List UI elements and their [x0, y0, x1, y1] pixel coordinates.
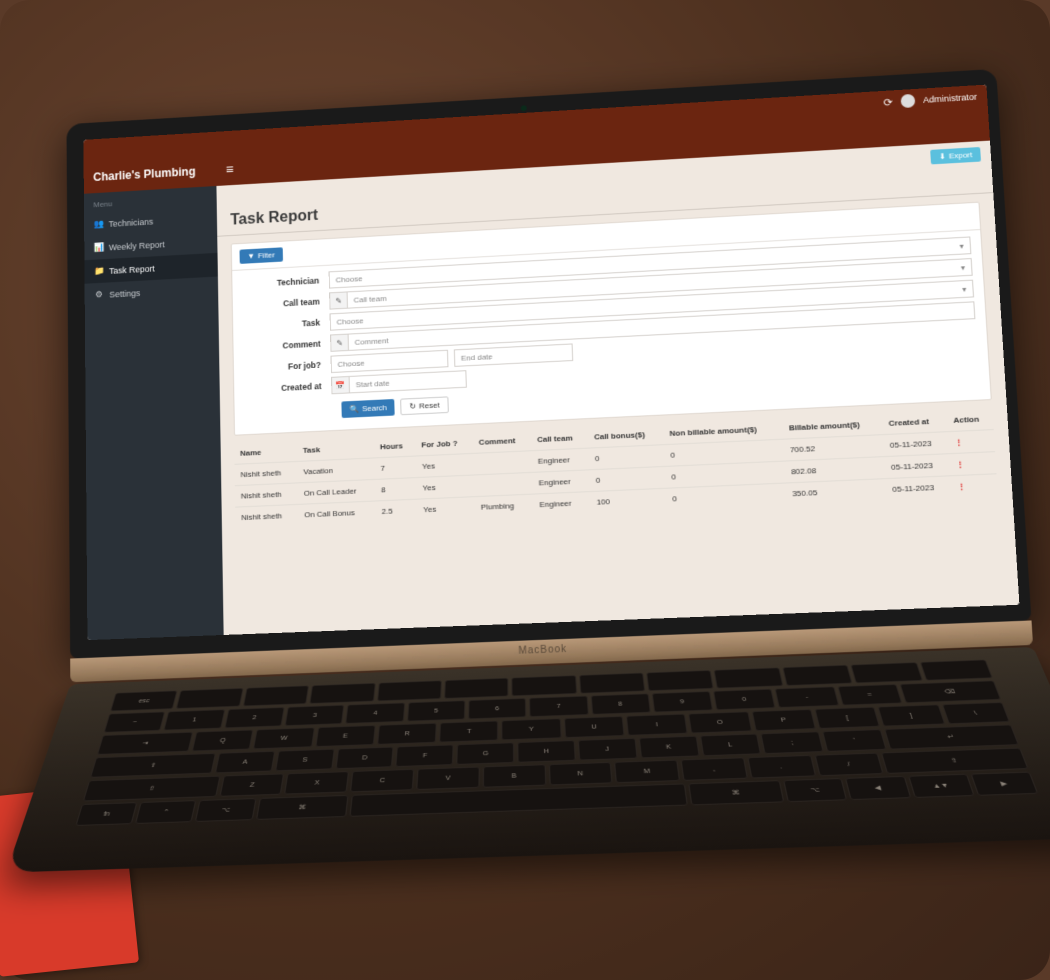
th-created-at[interactable]: Created at: [882, 410, 948, 434]
reset-label: Reset: [419, 401, 440, 411]
cell-task: On Call Bonus: [298, 501, 376, 525]
task-placeholder: Choose: [336, 316, 363, 326]
th-name[interactable]: Name: [234, 441, 297, 465]
comment-placeholder: Comment: [355, 336, 389, 346]
th-comment[interactable]: Comment: [473, 430, 532, 454]
cell-comment: [474, 472, 533, 496]
filter-button[interactable]: ▼ Filter: [240, 247, 283, 264]
th-hours[interactable]: Hours: [374, 435, 416, 458]
cell-hours: 8: [375, 478, 417, 501]
cell-name: Nishit sheth: [234, 461, 297, 485]
app-body: Charlie's Plumbing Menu 👥 Technicians 📊 …: [84, 108, 1020, 640]
cell-billable: 350.05: [785, 479, 886, 505]
app-screen: ⟳ Administrator Charlie's Plumbing Menu …: [83, 85, 1019, 641]
action-menu-icon[interactable]: ⋮: [956, 460, 965, 469]
gear-icon: ⚙: [94, 289, 104, 300]
filter-icon: ▼: [247, 252, 255, 261]
cell-for_job: Yes: [417, 497, 475, 521]
search-button[interactable]: 🔍 Search: [341, 399, 395, 418]
technician-placeholder: Choose: [336, 274, 363, 284]
user-label[interactable]: Administrator: [923, 92, 977, 105]
cell-comment: Plumbing: [475, 494, 534, 518]
hamburger-icon[interactable]: ≡: [226, 162, 234, 177]
laptop: ⟳ Administrator Charlie's Plumbing Menu …: [66, 69, 1048, 919]
cell-call_team: Engineer: [533, 492, 591, 516]
label-call-team: Call team: [242, 296, 329, 310]
th-for-job[interactable]: For Job ?: [415, 432, 473, 456]
label-for-job: For job?: [243, 360, 330, 374]
cell-created_at: 05-11-2023: [886, 476, 952, 500]
cell-call_bonus: 100: [590, 488, 667, 513]
screen-bezel: ⟳ Administrator Charlie's Plumbing Menu …: [66, 69, 1031, 659]
cell-for_job: Yes: [416, 453, 474, 477]
cell-action: ⋮: [948, 430, 995, 454]
reset-button[interactable]: ↻ Reset: [400, 396, 448, 415]
users-icon: 👥: [94, 219, 104, 230]
reset-icon: ↻: [409, 402, 416, 411]
search-label: Search: [362, 403, 387, 413]
avatar[interactable]: [900, 94, 915, 108]
keyboard: esc ~1234567890-=⌫ ⇥QWERTYUIOP[]\ ⇪ASDFG…: [6, 647, 1050, 873]
laptop-brand: MacBook: [518, 644, 567, 657]
start-date-input[interactable]: Start date: [349, 370, 467, 393]
label-created-at: Created at: [244, 381, 332, 395]
cell-hours: 7: [374, 456, 416, 479]
camera-dot: [521, 105, 527, 111]
export-label: Export: [949, 150, 973, 160]
filter-panel: ▼ Filter Technician Choose: [231, 202, 992, 436]
cell-hours: 2.5: [375, 499, 417, 522]
cell-action: ⋮: [950, 474, 997, 498]
end-date-input[interactable]: End date: [454, 343, 573, 366]
sidebar-item-label: Weekly Report: [109, 239, 165, 252]
for-job-placeholder: Choose: [337, 358, 364, 368]
search-icon: 🔍: [349, 405, 359, 414]
cell-action: ⋮: [949, 452, 996, 476]
report-icon: 📊: [94, 242, 104, 253]
action-menu-icon[interactable]: ⋮: [957, 482, 966, 491]
sidebar-item-label: Technicians: [109, 216, 154, 228]
sidebar: Charlie's Plumbing Menu 👥 Technicians 📊 …: [84, 154, 224, 640]
sidebar-item-label: Task Report: [109, 263, 155, 275]
filter-label: Filter: [258, 251, 275, 260]
calendar-icon: 📅: [331, 376, 349, 394]
end-date-placeholder: End date: [461, 352, 493, 362]
pencil-icon: ✎: [330, 334, 348, 352]
label-comment: Comment: [243, 338, 330, 352]
cell-created_at: 05-11-2023: [883, 432, 949, 457]
pencil-icon: ✎: [329, 291, 347, 309]
th-call-team[interactable]: Call team: [531, 427, 589, 451]
label-task: Task: [243, 317, 330, 331]
cell-call_team: Engineer: [532, 470, 590, 494]
sidebar-item-label: Settings: [109, 288, 140, 299]
action-menu-icon[interactable]: ⋮: [954, 437, 963, 446]
cell-name: Nishit sheth: [235, 504, 298, 528]
label-technician: Technician: [242, 275, 329, 289]
refresh-icon[interactable]: ⟳: [883, 96, 893, 109]
cell-call_team: Engineer: [531, 448, 589, 472]
start-date-placeholder: Start date: [356, 378, 390, 388]
download-icon: ⬇: [939, 152, 946, 161]
cell-non_billable: 0: [666, 483, 787, 510]
for-job-select[interactable]: Choose: [331, 350, 449, 373]
call-team-placeholder: Call team: [353, 294, 386, 304]
folder-icon: 📁: [94, 266, 104, 277]
cell-comment: [473, 451, 532, 475]
cell-name: Nishit sheth: [235, 483, 298, 507]
main-content: ≡ ⬇ Export Task Report ▼ Filt: [216, 108, 1020, 635]
th-action[interactable]: Action: [947, 408, 994, 432]
cell-created_at: 05-11-2023: [884, 454, 950, 479]
cell-for_job: Yes: [416, 475, 474, 499]
